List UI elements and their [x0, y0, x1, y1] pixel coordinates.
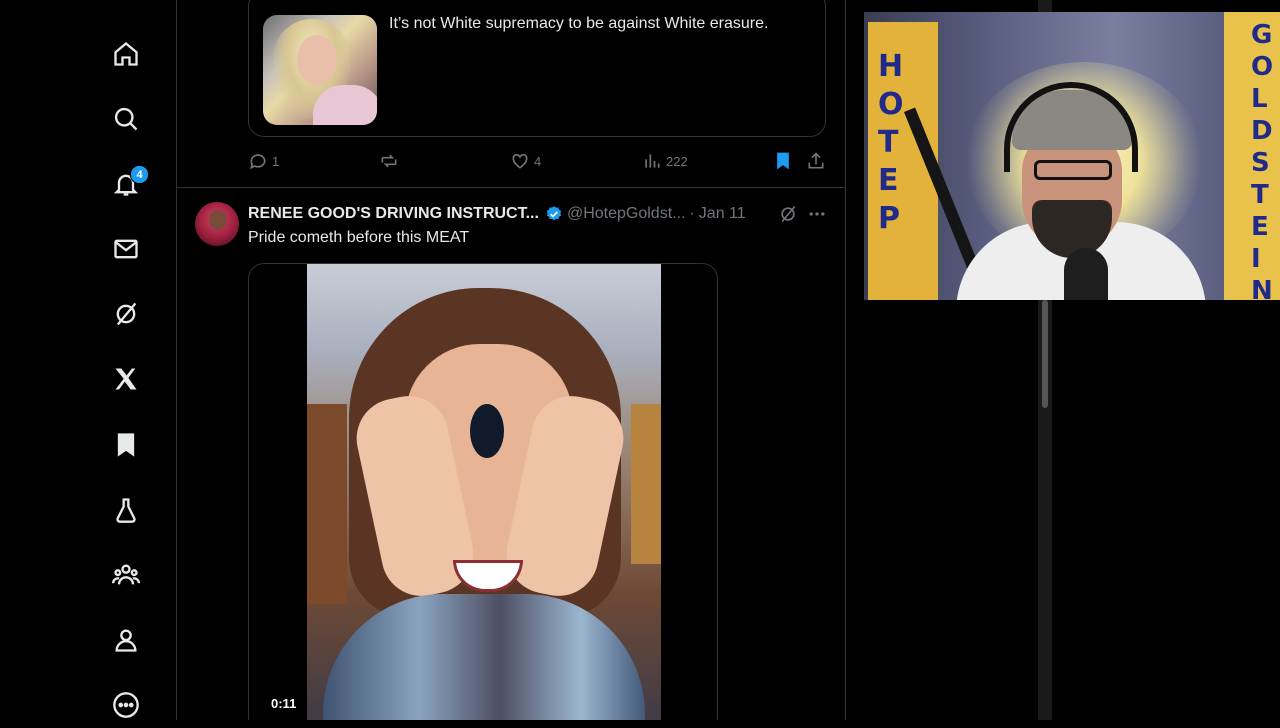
nav-grok[interactable] — [103, 291, 149, 337]
bookmark-button[interactable] — [773, 151, 793, 171]
share-icon — [808, 152, 824, 169]
scrollbar-thumb[interactable] — [1042, 300, 1048, 408]
banner-letter: H — [878, 49, 904, 84]
nav-explore[interactable] — [103, 96, 149, 142]
communities-icon — [112, 564, 140, 585]
banner-letter: E — [878, 163, 899, 198]
microphone — [1064, 248, 1108, 300]
post-video[interactable]: 0:11 — [248, 263, 718, 720]
profile-icon — [115, 629, 137, 652]
nav-messages[interactable] — [103, 226, 149, 272]
author-name[interactable]: RENEE GOOD'S DRIVING INSTRUCT... — [248, 205, 539, 223]
share-button[interactable] — [806, 151, 826, 171]
video-frame[interactable] — [307, 264, 661, 720]
notifications-badge: 4 — [130, 165, 149, 184]
views-button[interactable]: 222 — [642, 151, 688, 171]
post-actions: 1 4 222 — [248, 151, 828, 175]
nav-communities[interactable] — [103, 552, 149, 598]
header-dot: · — [689, 205, 695, 222]
banner-letter: S — [1251, 148, 1270, 178]
nav-more[interactable] — [103, 682, 149, 728]
banner-letter: D — [1251, 116, 1273, 146]
quoted-post-text: It’s not White supremacy to be against W… — [389, 15, 769, 32]
x-logo-icon — [115, 368, 137, 390]
nav-labs[interactable] — [103, 487, 149, 533]
post-date[interactable]: Jan 11 — [699, 205, 746, 223]
left-nav: 4 — [0, 0, 176, 720]
webcam-overlay: HOTEP GOLDSTEIN — [864, 12, 1280, 300]
nav-home[interactable] — [103, 31, 149, 77]
reply-icon — [250, 154, 266, 170]
like-count: 4 — [534, 153, 542, 169]
repost-button[interactable] — [379, 151, 403, 171]
verified-badge-icon — [546, 206, 562, 221]
bookmark-filled-icon — [777, 152, 789, 170]
banner-letter: I — [1251, 244, 1261, 274]
avatar[interactable] — [195, 202, 239, 246]
like-button[interactable]: 4 — [510, 151, 541, 171]
repost-icon — [381, 154, 397, 168]
nav-notifications[interactable]: 4 — [103, 161, 149, 207]
banner-letter: G — [1251, 20, 1273, 50]
timeline-border-right — [845, 0, 846, 720]
right-banner-letters: GOLDSTEIN — [1251, 22, 1273, 300]
left-banner-letters: HOTEP — [878, 52, 904, 234]
grok-icon[interactable] — [778, 204, 798, 224]
view-count: 222 — [666, 153, 688, 169]
banner-letter: T — [1251, 180, 1269, 210]
bookmark-icon — [117, 433, 135, 457]
banner-letter: E — [1251, 212, 1269, 242]
home-icon — [114, 41, 138, 66]
more-circle-icon — [113, 692, 139, 718]
banner-letter: L — [1251, 84, 1268, 114]
reply-count: 1 — [272, 153, 280, 169]
banner-letter: P — [878, 201, 900, 236]
nav-premium[interactable] — [103, 356, 149, 402]
banner-letter: O — [878, 87, 904, 122]
mail-icon — [114, 239, 138, 259]
flask-icon — [116, 498, 136, 523]
quoted-post-image[interactable] — [263, 15, 377, 125]
post-text: Pride cometh before this MEAT — [248, 229, 470, 246]
search-icon — [114, 107, 138, 131]
views-chart-icon — [645, 154, 660, 168]
nav-profile[interactable] — [103, 617, 149, 663]
more-options-icon[interactable] — [807, 204, 827, 224]
nav-bookmarks[interactable] — [103, 422, 149, 468]
quoted-post-card[interactable]: It’s not White supremacy to be against W… — [248, 0, 826, 137]
post-separator — [177, 187, 845, 188]
timeline: It’s not White supremacy to be against W… — [177, 0, 845, 720]
right-empty-area — [1052, 300, 1280, 720]
banner-letter: N — [1251, 276, 1273, 300]
heart-icon — [512, 153, 528, 169]
video-duration: 0:11 — [267, 694, 301, 713]
banner-letter: O — [1251, 52, 1274, 82]
author-handle[interactable]: @HotepGoldst... — [567, 205, 686, 223]
banner-letter: T — [878, 125, 899, 160]
grok-icon — [116, 302, 137, 326]
reply-button[interactable]: 1 — [248, 151, 279, 171]
post-header: RENEE GOOD'S DRIVING INSTRUCT... @HotepG… — [248, 204, 746, 224]
